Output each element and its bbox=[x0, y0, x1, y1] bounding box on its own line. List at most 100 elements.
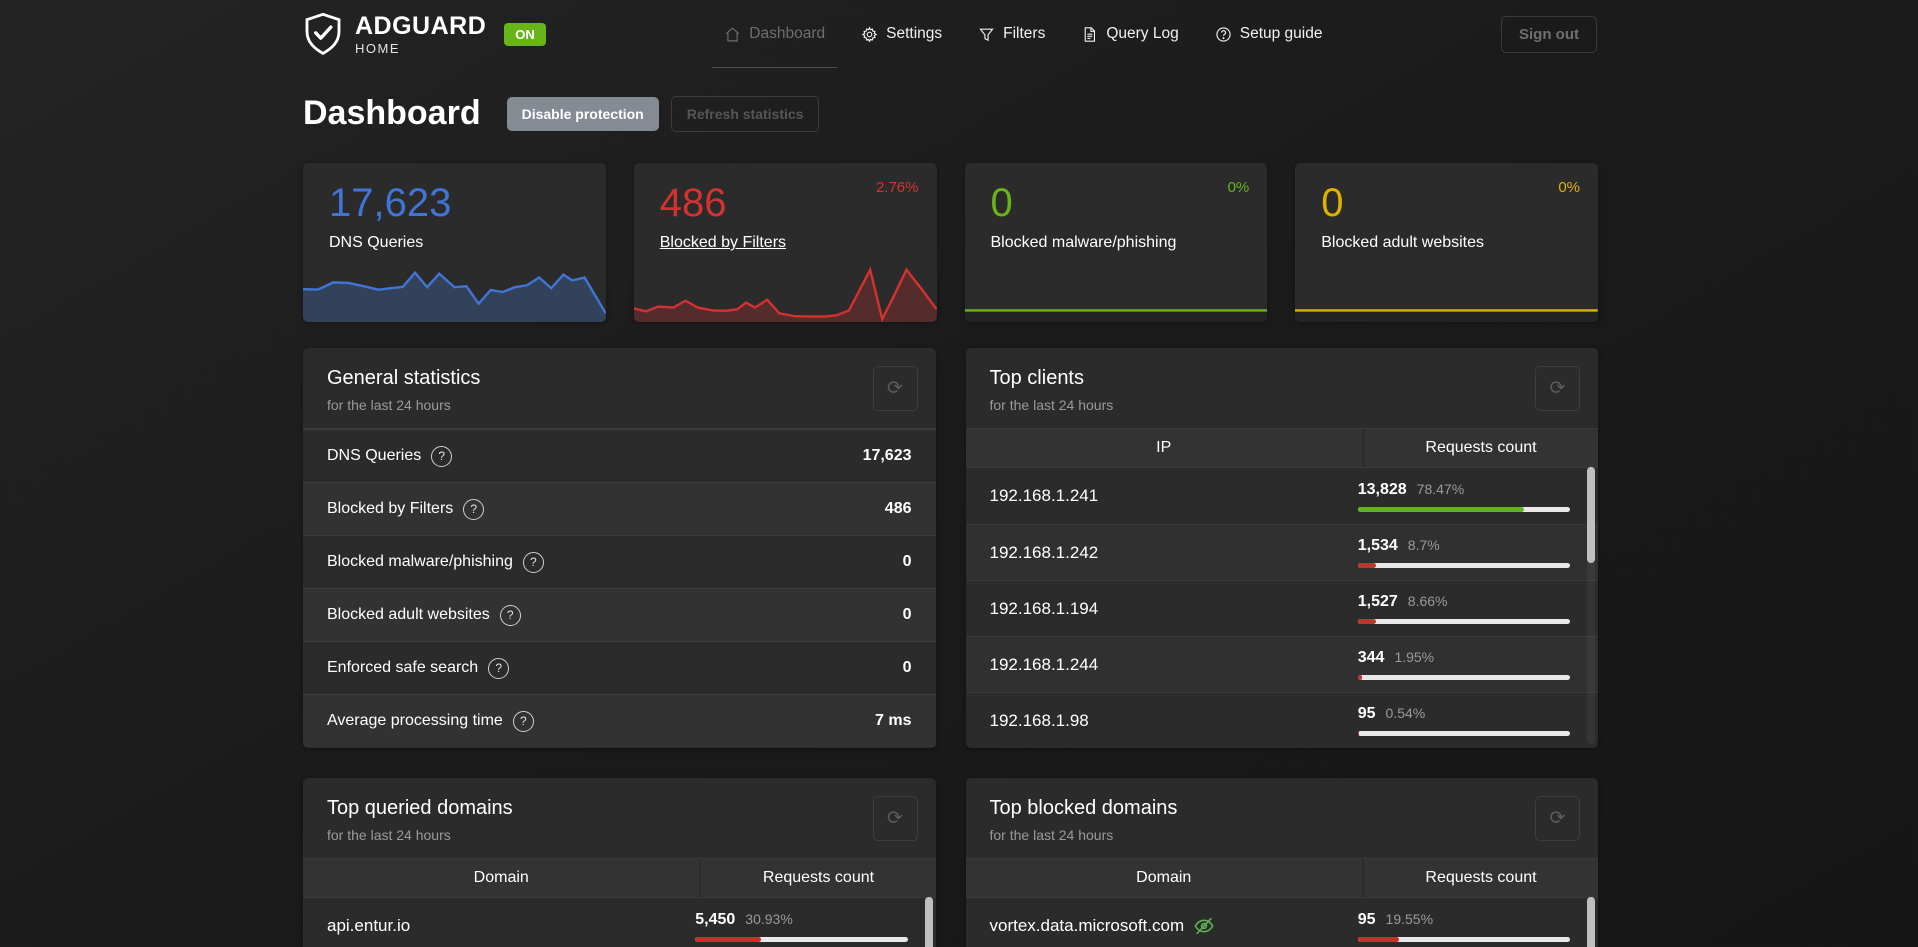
progress-bar-fill bbox=[1357, 675, 1362, 680]
column-header-domain: Domain bbox=[303, 859, 702, 897]
sparkline-chart bbox=[303, 264, 606, 322]
help-icon[interactable]: ? bbox=[499, 604, 521, 626]
top-clients-panel: Top clients for the last 24 hours ⟳ IP R… bbox=[965, 348, 1599, 748]
help-icon[interactable]: ? bbox=[463, 498, 485, 520]
progress-bar-fill bbox=[1357, 619, 1377, 624]
statistics-value: 17,623 bbox=[862, 447, 912, 464]
progress-bar bbox=[1357, 731, 1570, 736]
column-header-requests-count: Requests count bbox=[762, 869, 875, 886]
panels-grid: General statistics for the last 24 hours… bbox=[303, 348, 1598, 947]
table-row: 192.168.1.194 1,527 8.66% bbox=[965, 580, 1598, 636]
scrollbar-thumb[interactable] bbox=[924, 897, 933, 947]
progress-bar bbox=[1357, 619, 1570, 624]
request-percent: 8.7% bbox=[1407, 537, 1440, 553]
table-row: 192.168.1.244 344 1.95% bbox=[965, 636, 1598, 692]
help-icon[interactable]: ? bbox=[431, 445, 453, 467]
statistics-label: Average processing time bbox=[327, 712, 503, 729]
nav-label: Dashboard bbox=[749, 25, 826, 42]
request-percent: 30.93% bbox=[745, 910, 793, 927]
brand-name: ADGUARD bbox=[355, 11, 487, 40]
row-name: 192.168.1.194 bbox=[989, 598, 1099, 618]
refresh-panel-button[interactable]: ⟳ bbox=[872, 796, 918, 841]
request-percent: 0.54% bbox=[1385, 705, 1426, 721]
scrollbar-thumb[interactable] bbox=[1587, 897, 1595, 947]
stat-card-value: 0 bbox=[990, 181, 1013, 225]
nav-item-setup-guide[interactable]: Setup guide bbox=[1201, 0, 1337, 68]
row-requests: 5,450 30.93% bbox=[695, 911, 911, 942]
scrollbar[interactable] bbox=[924, 896, 933, 947]
funnel-icon bbox=[979, 28, 994, 41]
request-count: 95 bbox=[1357, 910, 1376, 928]
request-percent: 78.47% bbox=[1416, 480, 1465, 497]
stat-card-percent: 0% bbox=[1227, 179, 1250, 196]
panel-header: Top blocked domains for the last 24 hour… bbox=[965, 778, 1598, 859]
gear-icon bbox=[861, 26, 878, 42]
request-count: 344 bbox=[1357, 649, 1385, 666]
top-clients-rows: 192.168.1.241 13,828 78.47% 192.168.1.24… bbox=[965, 468, 1599, 748]
column-header-requests-count: Requests count bbox=[1425, 869, 1537, 886]
sparkline-chart bbox=[1295, 264, 1598, 322]
protection-status-badge: ON bbox=[504, 22, 546, 46]
help-circle-icon bbox=[1216, 26, 1231, 42]
row-name: 192.168.1.98 bbox=[989, 710, 1089, 730]
panel-header: Top queried domains for the last 24 hour… bbox=[303, 778, 936, 859]
column-header-ip: IP bbox=[966, 429, 1364, 467]
statistics-row: Average processing time ? 7 ms bbox=[303, 694, 936, 747]
nav-item-query-log[interactable]: Query Log bbox=[1067, 0, 1192, 68]
request-percent: 1.95% bbox=[1394, 649, 1435, 665]
panel-header: Top clients for the last 24 hours bbox=[965, 348, 1598, 429]
statistics-row: Blocked by Filters ? 486 bbox=[303, 482, 936, 535]
statistics-label: Blocked by Filters bbox=[327, 500, 454, 517]
table-row: 192.168.1.242 1,534 8.7% bbox=[965, 524, 1598, 580]
progress-bar bbox=[1357, 563, 1570, 568]
refresh-panel-button[interactable]: ⟳ bbox=[1535, 796, 1580, 841]
top-blocked-rows: vortex.data.microsoft.com 95 19.55% bbox=[966, 898, 1599, 947]
row-requests: 344 1.95% bbox=[1357, 649, 1574, 680]
stat-card: 0% 0 Blocked adult websites bbox=[1295, 163, 1598, 322]
brand-subtitle: HOME bbox=[355, 40, 400, 56]
stat-card: 0% 0 Blocked malware/phishing bbox=[964, 163, 1268, 322]
top-queried-domains-panel: Top queried domains for the last 24 hour… bbox=[303, 778, 936, 947]
scrollbar[interactable] bbox=[1587, 466, 1595, 744]
help-icon[interactable]: ? bbox=[488, 657, 510, 679]
progress-bar bbox=[1357, 675, 1570, 680]
scrollbar[interactable] bbox=[1587, 896, 1595, 947]
help-icon[interactable]: ? bbox=[512, 710, 534, 732]
stat-card-label: Blocked adult websites bbox=[1321, 234, 1485, 251]
progress-bar-fill bbox=[1357, 936, 1400, 942]
refresh-panel-button[interactable]: ⟳ bbox=[872, 366, 918, 411]
nav-item-settings[interactable]: Settings bbox=[847, 0, 956, 68]
disable-protection-button[interactable]: Disable protection bbox=[506, 96, 659, 131]
table-row: 192.168.1.241 13,828 78.47% bbox=[966, 468, 1599, 524]
document-icon bbox=[1085, 26, 1096, 42]
progress-bar-fill bbox=[695, 936, 761, 942]
progress-bar-fill bbox=[1357, 506, 1525, 512]
progress-bar-fill bbox=[1357, 563, 1377, 568]
scrollbar-thumb[interactable] bbox=[1587, 467, 1595, 563]
refresh-panel-button[interactable]: ⟳ bbox=[1535, 366, 1580, 411]
help-icon[interactable]: ? bbox=[522, 551, 544, 573]
row-requests: 13,828 78.47% bbox=[1357, 480, 1574, 512]
nav-item-dashboard[interactable]: Dashboard bbox=[710, 0, 839, 68]
statistics-value: 0 bbox=[902, 553, 912, 570]
table-row: api.entur.io 5,450 30.93% bbox=[303, 898, 936, 947]
eye-off-icon bbox=[1194, 917, 1214, 935]
nav-label: Setup guide bbox=[1239, 25, 1323, 42]
panel-subtitle: for the last 24 hours bbox=[327, 397, 451, 413]
sign-out-button[interactable]: Sign out bbox=[1501, 15, 1597, 53]
request-count: 5,450 bbox=[695, 910, 736, 928]
request-count: 13,828 bbox=[1357, 480, 1407, 498]
nav-item-filters[interactable]: Filters bbox=[964, 0, 1059, 68]
general-statistics-panel: General statistics for the last 24 hours… bbox=[303, 348, 936, 748]
top-blocked-domains-panel: Top blocked domains for the last 24 hour… bbox=[965, 778, 1599, 947]
statistics-label: Blocked malware/phishing bbox=[327, 553, 513, 570]
nav-label: Settings bbox=[886, 25, 943, 42]
statistics-label: DNS Queries bbox=[327, 447, 422, 464]
table-header: Domain Requests count bbox=[965, 859, 1598, 898]
row-name: 192.168.1.242 bbox=[989, 542, 1099, 562]
panel-header: General statistics for the last 24 hours bbox=[303, 348, 936, 429]
stat-card-label[interactable]: Blocked by Filters bbox=[660, 234, 786, 252]
table-row: 192.168.1.98 95 0.54% bbox=[965, 692, 1598, 748]
refresh-statistics-button[interactable]: Refresh statistics bbox=[670, 95, 820, 132]
request-count: 95 bbox=[1357, 705, 1376, 722]
